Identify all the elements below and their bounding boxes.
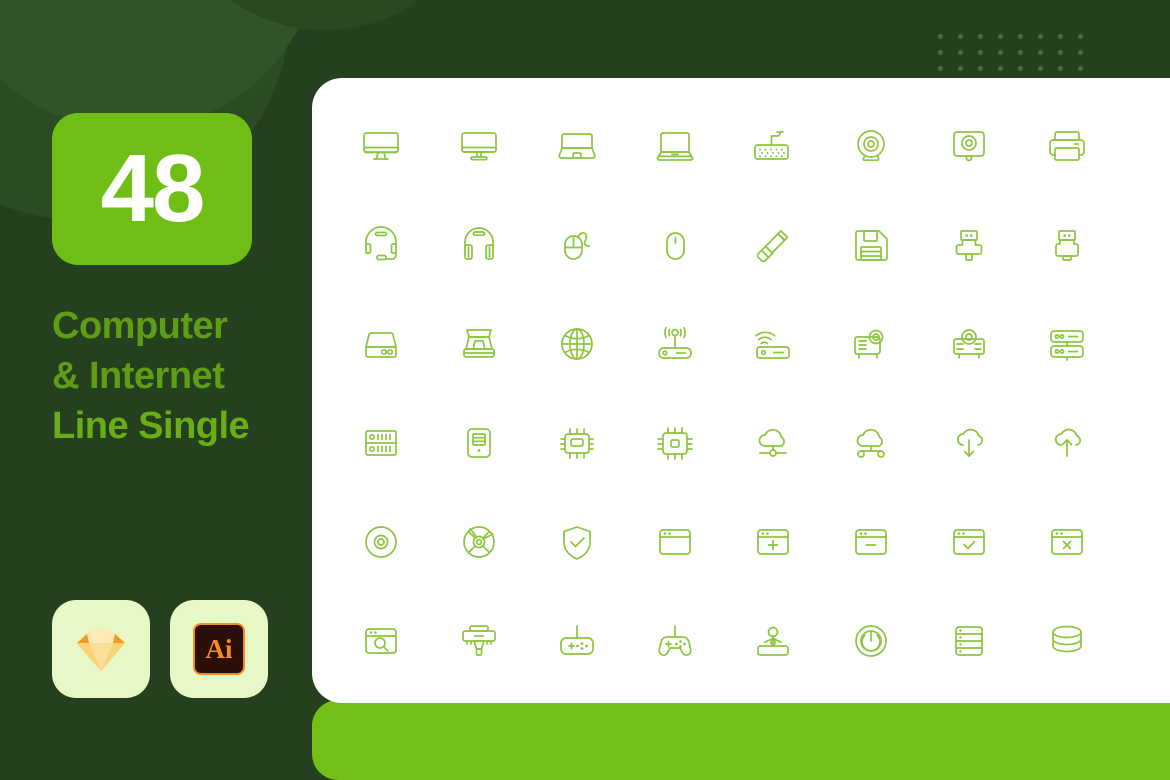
sidebar: 48 Computer & Internet Line Single [52, 113, 282, 451]
compact-disc-icon[interactable] [332, 492, 430, 591]
projector-side-icon[interactable] [822, 294, 920, 393]
laptop-open-icon[interactable] [626, 96, 724, 195]
keyboard-icon[interactable] [724, 96, 822, 195]
title-line-2: & Internet [52, 355, 225, 397]
microchip-icon[interactable] [626, 393, 724, 492]
printer-icon[interactable] [1018, 96, 1116, 195]
server-rack-icon[interactable] [332, 393, 430, 492]
game-controller-icon[interactable] [626, 591, 724, 690]
bg-circle-inner [160, 0, 490, 30]
imac-monitor-icon[interactable] [430, 96, 528, 195]
flatbed-scanner-icon[interactable] [430, 294, 528, 393]
mouse-wired-icon[interactable] [528, 195, 626, 294]
cpu-chip-icon[interactable] [528, 393, 626, 492]
database-stack-icon[interactable] [1018, 591, 1116, 690]
cloud-download-icon[interactable] [920, 393, 1018, 492]
computer-tower-icon[interactable] [430, 393, 528, 492]
browser-close-icon[interactable] [1018, 492, 1116, 591]
title-line-3: Line Single [52, 405, 250, 447]
dvd-disc-icon[interactable] [430, 492, 528, 591]
dot-grid-pattern [938, 34, 1098, 82]
usb-flash-drive-icon[interactable] [724, 195, 822, 294]
icon-count-value: 48 [100, 135, 206, 242]
gamepad-flat-icon[interactable] [528, 591, 626, 690]
webcam-round-icon[interactable] [822, 96, 920, 195]
browser-window-icon[interactable] [626, 492, 724, 591]
external-hard-drive-icon[interactable] [332, 294, 430, 393]
sketch-logo-icon [77, 627, 125, 671]
usb-plug-icon[interactable] [1018, 195, 1116, 294]
title-line-1: Computer [52, 305, 228, 347]
cloud-upload-icon[interactable] [1018, 393, 1116, 492]
icon-grid [332, 96, 1150, 690]
cloud-computing-icon[interactable] [822, 393, 920, 492]
security-shield-icon[interactable] [528, 492, 626, 591]
usb-connector-icon[interactable] [920, 195, 1018, 294]
wifi-router-icon[interactable] [626, 294, 724, 393]
wireless-modem-icon[interactable] [724, 294, 822, 393]
page-title: Computer & Internet Line Single [52, 301, 282, 451]
headphones-icon[interactable] [430, 195, 528, 294]
network-switch-icon[interactable] [1018, 294, 1116, 393]
desktop-monitor-icon[interactable] [332, 96, 430, 195]
browser-add-icon[interactable] [724, 492, 822, 591]
browser-check-icon[interactable] [920, 492, 1018, 591]
illustrator-chip: Ai [193, 623, 245, 675]
accent-slab-bottom [312, 700, 1170, 780]
mouse-wireless-icon[interactable] [626, 195, 724, 294]
browser-remove-icon[interactable] [822, 492, 920, 591]
icon-showcase-card [312, 78, 1170, 703]
laptop-closed-icon[interactable] [528, 96, 626, 195]
format-badges: Ai [52, 600, 268, 698]
browser-search-icon[interactable] [332, 591, 430, 690]
icon-count-badge: 48 [52, 113, 252, 265]
database-rack-icon[interactable] [920, 591, 1018, 690]
illustrator-label: Ai [205, 633, 233, 664]
headset-mic-icon[interactable] [332, 195, 430, 294]
cloud-network-icon[interactable] [724, 393, 822, 492]
sketch-badge[interactable] [52, 600, 150, 698]
3d-printer-icon[interactable] [430, 591, 528, 690]
globe-internet-icon[interactable] [528, 294, 626, 393]
webcam-square-icon[interactable] [920, 96, 1018, 195]
joystick-icon[interactable] [724, 591, 822, 690]
illustrator-badge[interactable]: Ai [170, 600, 268, 698]
floppy-disk-icon[interactable] [822, 195, 920, 294]
power-button-icon[interactable] [822, 591, 920, 690]
bg-circle-mid [0, 0, 320, 130]
projector-front-icon[interactable] [920, 294, 1018, 393]
